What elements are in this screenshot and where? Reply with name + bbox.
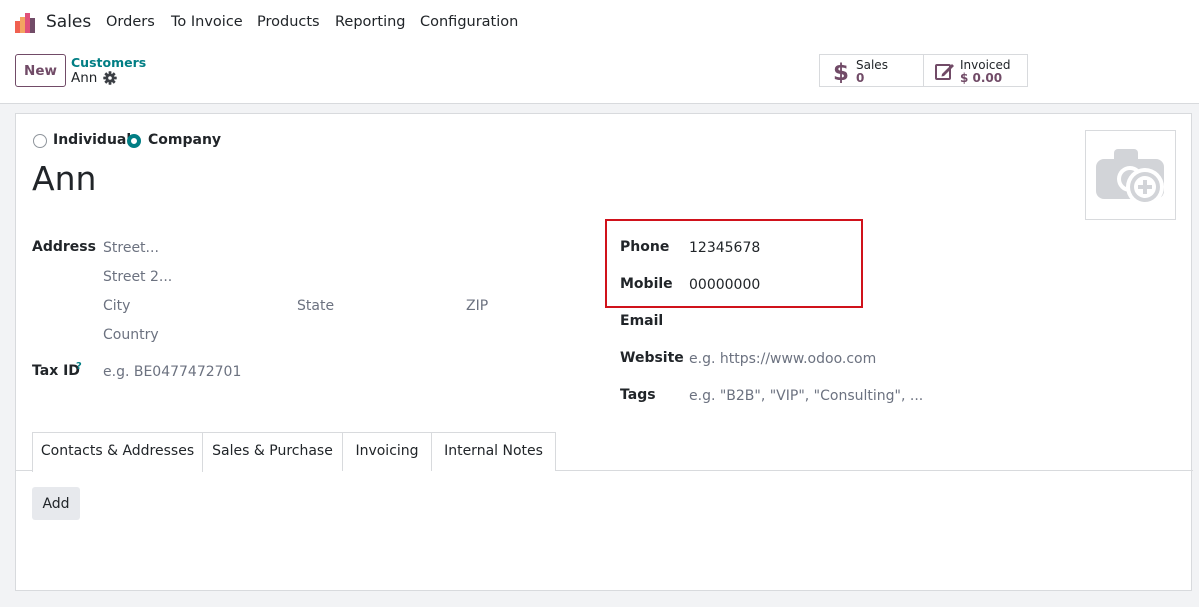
sales-stat-value: 0 <box>856 71 865 85</box>
phone-mobile-highlight <box>605 219 863 308</box>
radio-company-label[interactable]: Company <box>148 132 221 148</box>
radio-company[interactable] <box>127 134 141 148</box>
website-label: Website <box>620 350 684 366</box>
dollar-icon: $ <box>833 60 849 83</box>
invoiced-stat-button[interactable]: Invoiced $ 0.00 <box>923 54 1028 87</box>
taxid-help-icon[interactable]: ? <box>76 361 82 372</box>
app-name[interactable]: Sales <box>46 12 91 32</box>
svg-text:$: $ <box>833 60 849 83</box>
menu-configuration[interactable]: Configuration <box>420 14 518 30</box>
control-panel: New Customers Ann $ Sales 0 Invoiced $ 0… <box>0 46 1199 104</box>
menu-reporting[interactable]: Reporting <box>335 14 406 30</box>
radio-individual-label[interactable]: Individual <box>53 132 131 148</box>
tab-sales-purchase[interactable]: Sales & Purchase <box>202 432 343 471</box>
email-label: Email <box>620 313 664 329</box>
form-sheet: Individual Company Ann Address Street...… <box>15 113 1193 591</box>
tags-label: Tags <box>620 387 656 403</box>
email-input[interactable] <box>689 314 929 332</box>
menu-products[interactable]: Products <box>257 14 320 30</box>
tags-input[interactable]: e.g. "B2B", "VIP", "Consulting", ... <box>689 388 923 404</box>
new-button[interactable]: New <box>15 54 66 87</box>
invoiced-stat-label: Invoiced <box>960 58 1011 72</box>
sales-app-icon[interactable] <box>14 12 36 34</box>
partner-name-field[interactable]: Ann <box>32 159 96 198</box>
taxid-label: Tax ID <box>32 363 80 379</box>
city-input[interactable]: City <box>103 298 130 314</box>
menu-to-invoice[interactable]: To Invoice <box>171 14 243 30</box>
state-select[interactable]: State <box>297 298 334 314</box>
breadcrumb-current: Ann <box>71 70 98 86</box>
menu-orders[interactable]: Orders <box>106 14 155 30</box>
edit-invoice-icon <box>935 64 954 80</box>
address-label: Address <box>32 239 96 255</box>
tab-invoicing[interactable]: Invoicing <box>342 432 432 471</box>
gear-icon[interactable] <box>103 71 117 85</box>
street2-input[interactable]: Street 2... <box>103 269 172 285</box>
tab-internal-notes[interactable]: Internal Notes <box>431 432 556 471</box>
top-navbar: Sales Orders To Invoice Products Reporti… <box>0 0 1199 46</box>
add-contact-button[interactable]: Add <box>32 487 80 520</box>
breadcrumb-customers[interactable]: Customers <box>71 55 146 70</box>
avatar-upload[interactable] <box>1085 130 1176 220</box>
tab-contacts-addresses[interactable]: Contacts & Addresses <box>32 432 203 472</box>
taxid-input[interactable]: e.g. BE0477472701 <box>103 364 241 380</box>
radio-individual[interactable] <box>33 134 47 148</box>
website-input[interactable]: e.g. https://www.odoo.com <box>689 351 876 367</box>
street-input[interactable]: Street... <box>103 240 159 256</box>
sales-stat-button[interactable]: $ Sales 0 <box>819 54 924 87</box>
country-select[interactable]: Country <box>103 327 159 343</box>
sales-stat-label: Sales <box>856 58 888 72</box>
camera-plus-icon <box>1096 149 1164 206</box>
invoiced-stat-value: $ 0.00 <box>960 71 1003 85</box>
zip-input[interactable]: ZIP <box>466 298 488 314</box>
